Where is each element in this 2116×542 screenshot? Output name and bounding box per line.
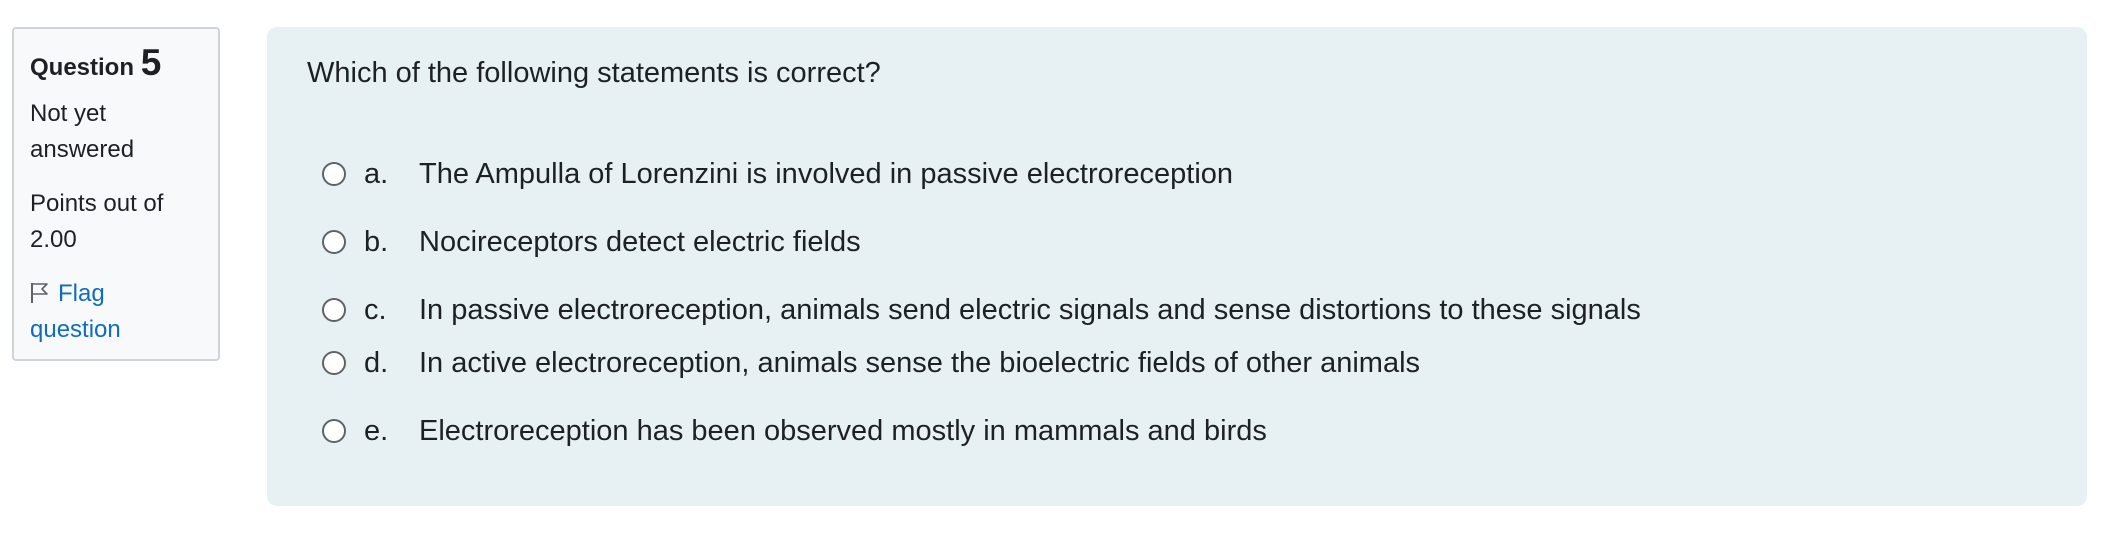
option-label: In active electroreception, animals sens… — [419, 346, 1421, 379]
option-letter: a. — [364, 157, 389, 190]
question-state: Not yet answered — [30, 100, 135, 163]
option-letter: e. — [364, 414, 389, 447]
radio-button-d[interactable] — [322, 351, 346, 375]
answer-option-e[interactable]: e. Electroreception has been observed mo… — [322, 411, 1267, 451]
question-grade: Points out of 2.00 — [30, 190, 164, 253]
radio-button-c[interactable] — [322, 298, 346, 322]
option-label: Electroreception has been observed mostl… — [419, 414, 1267, 447]
option-label: In passive electroreception, animals sen… — [419, 293, 1641, 326]
radio-button-b[interactable] — [322, 230, 346, 254]
flag-icon — [31, 283, 48, 303]
flag-question-link[interactable]: Flag question — [30, 276, 190, 348]
option-letter: b. — [364, 225, 389, 258]
question-info-panel: Question 5 Not yet answered Points out o… — [12, 27, 220, 361]
question-number: 5 — [140, 42, 162, 83]
option-label: Nocireceptors detect electric fields — [419, 225, 861, 258]
radio-button-e[interactable] — [322, 419, 346, 443]
answer-option-b[interactable]: b. Nocireceptors detect electric fields — [322, 222, 861, 262]
answer-option-d[interactable]: d. In active electroreception, animals s… — [322, 343, 1420, 383]
question-heading: Question 5 — [30, 42, 202, 86]
option-letter: d. — [364, 346, 389, 379]
answer-option-a[interactable]: a. The Ampulla of Lorenzini is involved … — [322, 154, 1233, 194]
option-letter: c. — [364, 293, 387, 326]
option-label: The Ampulla of Lorenzini is involved in … — [419, 157, 1234, 190]
question-word: Question — [30, 54, 135, 81]
radio-button-a[interactable] — [322, 162, 346, 186]
answer-option-c[interactable]: c. In passive electroreception, animals … — [322, 290, 1641, 330]
question-content: Which of the following statements is cor… — [267, 27, 2087, 506]
question-text: Which of the following statements is cor… — [307, 57, 881, 89]
